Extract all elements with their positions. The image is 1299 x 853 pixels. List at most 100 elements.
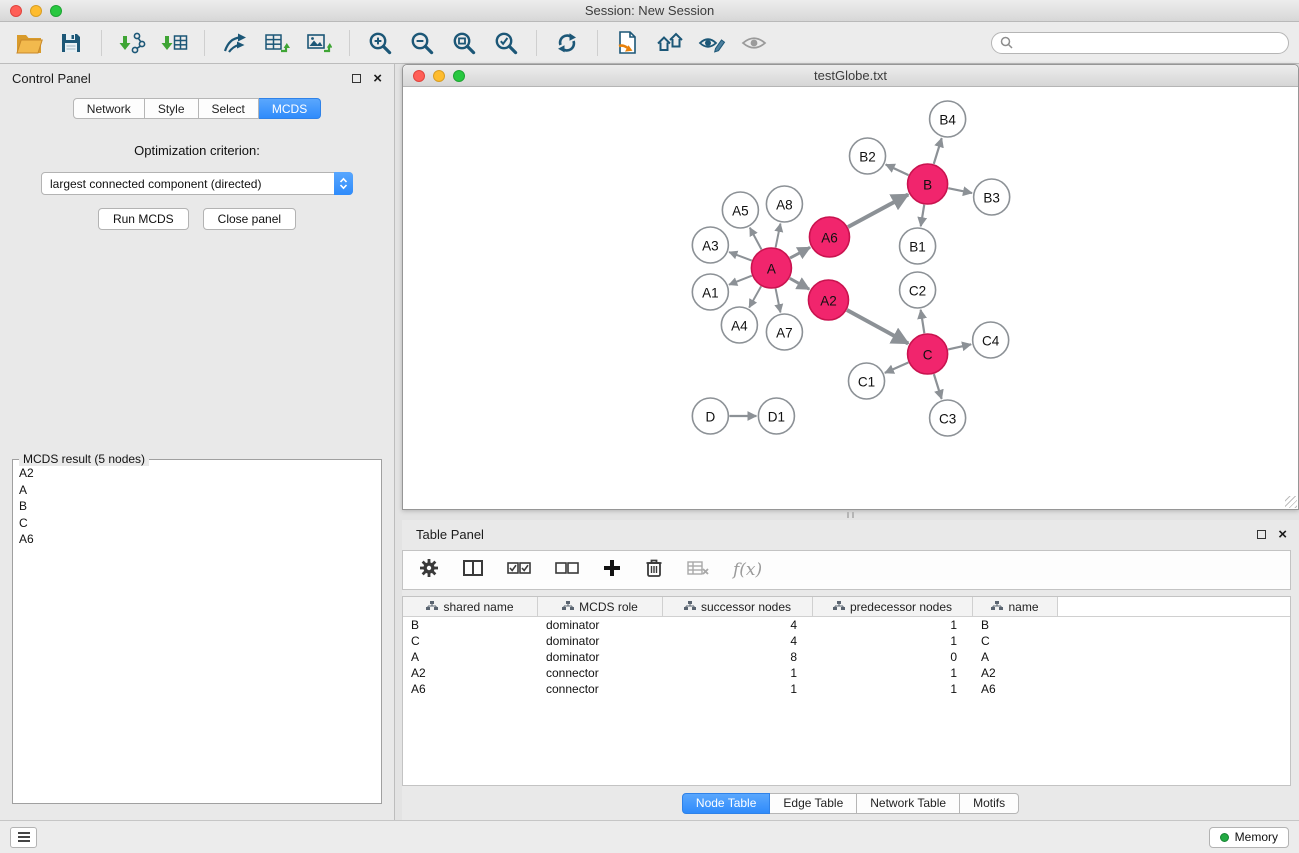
edge-A-A4[interactable]	[749, 286, 761, 307]
table-cell[interactable]: C	[403, 633, 538, 649]
network-close-button[interactable]	[413, 70, 425, 82]
close-panel-icon[interactable]: ×	[373, 71, 382, 86]
network-canvas-area[interactable]: AA1A2A3A4A5A6A7A8BB1B2B3B4CC1C2C3C4DD1	[403, 87, 1298, 509]
edge-C-C2[interactable]	[921, 310, 925, 333]
table-cell[interactable]: 1	[813, 633, 973, 649]
zoom-fit-button[interactable]	[445, 26, 483, 60]
node-B2[interactable]: B2	[849, 138, 885, 174]
show-graphics-details-button[interactable]	[693, 26, 731, 60]
edge-B-B2[interactable]	[886, 164, 909, 175]
deselect-all-button[interactable]	[555, 561, 579, 579]
edge-A-A2[interactable]	[790, 278, 810, 289]
table-cell[interactable]: A2	[403, 665, 538, 681]
delete-column-button[interactable]	[645, 558, 663, 583]
edge-A-A1[interactable]	[729, 276, 752, 285]
import-table-button[interactable]	[155, 26, 193, 60]
node-B4[interactable]: B4	[930, 101, 966, 137]
float-panel-icon[interactable]	[352, 74, 361, 83]
table-cell[interactable]: A	[403, 649, 538, 665]
zoom-in-button[interactable]	[361, 26, 399, 60]
node-A5[interactable]: A5	[722, 192, 758, 228]
node-D1[interactable]: D1	[758, 398, 794, 434]
minimize-window-button[interactable]	[30, 5, 42, 17]
node-B3[interactable]: B3	[974, 179, 1010, 215]
node-D[interactable]: D	[692, 398, 728, 434]
edge-C-C4[interactable]	[948, 344, 971, 349]
node-B[interactable]: B	[908, 164, 948, 204]
export-table-button[interactable]	[258, 26, 296, 60]
status-menu-button[interactable]	[10, 827, 37, 848]
float-table-panel-icon[interactable]	[1257, 530, 1266, 539]
result-item[interactable]: A2	[19, 465, 375, 482]
node-C4[interactable]: C4	[973, 322, 1009, 358]
table-cell[interactable]: 1	[813, 681, 973, 697]
tab-network-table[interactable]: Network Table	[857, 793, 960, 814]
tab-select[interactable]: Select	[199, 98, 259, 119]
table-cell[interactable]: connector	[538, 681, 663, 697]
edge-B-B3[interactable]	[948, 188, 972, 193]
zoom-window-button[interactable]	[50, 5, 62, 17]
close-panel-button[interactable]: Close panel	[203, 208, 296, 230]
table-cell[interactable]: B	[973, 617, 1058, 633]
close-window-button[interactable]	[10, 5, 22, 17]
export-image-button[interactable]	[300, 26, 338, 60]
edge-A-A5[interactable]	[750, 228, 762, 250]
table-cell[interactable]: 4	[663, 617, 813, 633]
table-cell[interactable]: 0	[813, 649, 973, 665]
table-cell[interactable]: 1	[813, 665, 973, 681]
edge-A-A7[interactable]	[776, 289, 781, 313]
node-B1[interactable]: B1	[900, 228, 936, 264]
network-minimize-button[interactable]	[433, 70, 445, 82]
result-item[interactable]: B	[19, 498, 375, 515]
edge-A6-B[interactable]	[848, 194, 908, 227]
refresh-view-button[interactable]	[548, 26, 586, 60]
network-zoom-button[interactable]	[453, 70, 465, 82]
select-all-button[interactable]	[507, 561, 531, 579]
table-cell[interactable]: connector	[538, 665, 663, 681]
node-A8[interactable]: A8	[766, 186, 802, 222]
tab-node-table[interactable]: Node Table	[682, 793, 771, 814]
home-view-button[interactable]	[651, 26, 689, 60]
column-header-predecessor-nodes[interactable]: predecessor nodes	[813, 597, 973, 617]
table-cell[interactable]: A6	[403, 681, 538, 697]
edge-A-A8[interactable]	[776, 224, 781, 248]
search-input[interactable]	[1018, 36, 1280, 50]
table-row[interactable]: Cdominator41C	[403, 633, 1290, 649]
table-cell[interactable]: dominator	[538, 633, 663, 649]
network-canvas[interactable]: AA1A2A3A4A5A6A7A8BB1B2B3B4CC1C2C3C4DD1	[403, 87, 1298, 509]
table-cell[interactable]: B	[403, 617, 538, 633]
table-row[interactable]: A2connector11A2	[403, 665, 1290, 681]
close-table-panel-icon[interactable]: ×	[1278, 527, 1287, 542]
memory-button[interactable]: Memory	[1209, 827, 1289, 848]
node-A[interactable]: A	[751, 248, 791, 288]
node-A4[interactable]: A4	[721, 307, 757, 343]
tab-motifs[interactable]: Motifs	[960, 793, 1019, 814]
tab-network[interactable]: Network	[73, 98, 145, 119]
node-A6[interactable]: A6	[809, 217, 849, 257]
criterion-dropdown[interactable]: largest connected component (directed)	[41, 172, 353, 195]
column-header-successor-nodes[interactable]: successor nodes	[663, 597, 813, 617]
node-C1[interactable]: C1	[848, 363, 884, 399]
delete-table-button[interactable]	[687, 560, 709, 581]
zoom-out-button[interactable]	[403, 26, 441, 60]
table-cell[interactable]: 1	[663, 681, 813, 697]
result-item[interactable]: A	[19, 482, 375, 499]
tab-edge-table[interactable]: Edge Table	[770, 793, 857, 814]
table-cell[interactable]: A	[973, 649, 1058, 665]
edge-A-A3[interactable]	[729, 252, 752, 261]
node-A1[interactable]: A1	[692, 274, 728, 310]
table-cell[interactable]: A2	[973, 665, 1058, 681]
node-C2[interactable]: C2	[900, 272, 936, 308]
run-mcds-button[interactable]: Run MCDS	[98, 208, 189, 230]
node-C3[interactable]: C3	[930, 400, 966, 436]
node-A3[interactable]: A3	[692, 227, 728, 263]
tab-style[interactable]: Style	[145, 98, 199, 119]
edge-C-C3[interactable]	[934, 374, 942, 399]
table-cell[interactable]: A6	[973, 681, 1058, 697]
edge-A2-C[interactable]	[847, 310, 908, 343]
table-row[interactable]: Bdominator41B	[403, 617, 1290, 633]
edge-B-B4[interactable]	[934, 138, 942, 164]
open-file-button[interactable]	[10, 26, 48, 60]
hide-graphics-details-button[interactable]	[735, 26, 773, 60]
table-cell[interactable]: 1	[813, 617, 973, 633]
